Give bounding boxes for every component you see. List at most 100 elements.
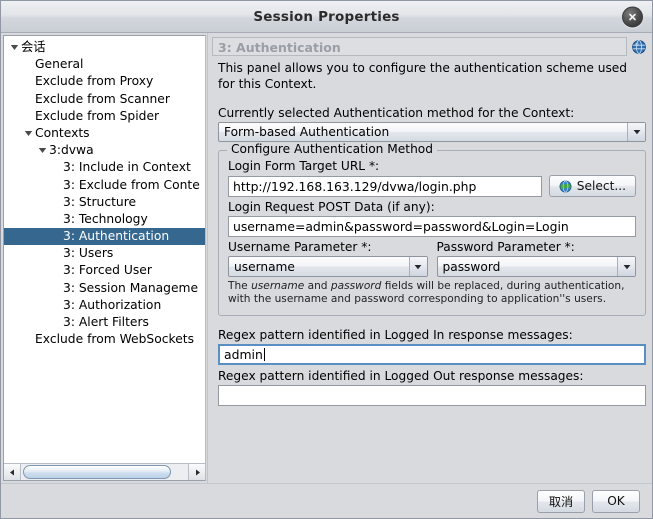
tree-item[interactable]: Exclude from Scanner — [4, 91, 205, 108]
tree-expand-icon[interactable] — [36, 147, 49, 154]
pane-splitter[interactable] — [206, 33, 212, 483]
password-parameter-value: password — [438, 257, 618, 276]
password-parameter-label: Password Parameter *: — [437, 240, 637, 254]
scroll-left-button[interactable] — [4, 464, 21, 480]
tree-item-label: Contexts — [35, 125, 90, 142]
chevron-down-glyph — [633, 129, 641, 135]
close-icon — [627, 11, 638, 22]
chevron-down-icon[interactable] — [617, 257, 635, 276]
tree-item-label: Exclude from WebSockets — [35, 331, 194, 348]
triangle-right-icon — [194, 469, 201, 476]
username-parameter-label: Username Parameter *: — [228, 240, 428, 254]
tree-horizontal-scrollbar[interactable] — [4, 463, 205, 480]
logged-in-regex-input[interactable]: admin — [218, 344, 646, 365]
tree-item[interactable]: Exclude from WebSockets — [4, 331, 205, 348]
tree-expand-icon[interactable] — [22, 130, 35, 137]
chevron-down-icon[interactable] — [409, 257, 427, 276]
chevron-down-icon[interactable] — [627, 123, 645, 141]
username-parameter-select[interactable]: username — [228, 256, 428, 277]
tree-item[interactable]: 3: Structure — [4, 194, 205, 211]
tree-item[interactable]: 3: Session Manageme — [4, 280, 205, 297]
globe-help-icon[interactable] — [631, 39, 647, 55]
chevron-down-glyph — [414, 264, 422, 270]
tree-item[interactable]: 3: Exclude from Conte — [4, 177, 205, 194]
tree-item[interactable]: Exclude from Spider — [4, 108, 205, 125]
tree-item-label: Exclude from Spider — [35, 108, 159, 125]
title-bar: Session Properties — [1, 1, 652, 33]
logged-out-regex-input[interactable] — [218, 385, 646, 406]
panel-header: 3: Authentication — [212, 37, 647, 56]
logged-in-regex-value: admin — [224, 347, 263, 362]
tree-item-label: 3: Users — [63, 245, 113, 262]
hint-prefix: The — [228, 280, 251, 292]
login-url-label: Login Form Target URL *: — [228, 159, 636, 173]
auth-method-value: Form-based Authentication — [219, 123, 627, 141]
tree-item[interactable]: 3: Users — [4, 245, 205, 262]
scroll-thumb[interactable] — [23, 465, 171, 479]
hint-mid: and — [304, 280, 331, 292]
settings-tree-panel: 会话GeneralExclude from ProxyExclude from … — [3, 35, 206, 481]
login-url-input[interactable]: http://192.168.163.129/dvwa/login.php — [228, 176, 542, 197]
tree-item[interactable]: 3:dvwa — [4, 142, 205, 159]
select-button-label: Select... — [577, 179, 626, 193]
cancel-button[interactable]: 取消 — [537, 490, 585, 513]
tree-item[interactable]: Exclude from Proxy — [4, 73, 205, 90]
username-parameter-group: Username Parameter *: username — [228, 240, 428, 277]
tree-item-label: 3: Authentication — [63, 228, 169, 245]
settings-tree[interactable]: 会话GeneralExclude from ProxyExclude from … — [4, 36, 205, 348]
parameters-hint: The username and password fields will be… — [228, 280, 636, 306]
scroll-right-button[interactable] — [188, 464, 205, 480]
logged-in-regex-label: Regex pattern identified in Logged In re… — [218, 328, 647, 342]
triangle-left-icon — [9, 469, 16, 476]
close-button[interactable] — [622, 6, 643, 27]
tree-item[interactable]: 3: Forced User — [4, 262, 205, 279]
left-pane: 会话GeneralExclude from ProxyExclude from … — [1, 33, 206, 483]
right-pane: 3: Authentication This panel allows you … — [212, 33, 652, 483]
tree-expand-icon[interactable] — [8, 44, 21, 51]
tree-item-label: 3: Session Manageme — [63, 280, 198, 297]
post-data-input[interactable]: username=admin&password=password&Login=L… — [228, 216, 636, 237]
password-parameter-group: Password Parameter *: password — [437, 240, 637, 277]
tree-item-label: 会话 — [21, 39, 46, 56]
tree-item[interactable]: 会话 — [4, 39, 205, 56]
tree-item-label: General — [35, 56, 83, 73]
configure-auth-method-group: Configure Authentication Method Login Fo… — [218, 150, 646, 316]
username-parameter-value: username — [229, 257, 409, 276]
text-caret — [264, 348, 265, 361]
dialog-button-bar: 取消 OK — [1, 483, 652, 518]
session-properties-dialog: Session Properties 会话GeneralExclude from… — [0, 0, 653, 519]
panel-description: This panel allows you to configure the a… — [218, 61, 638, 92]
tree-item[interactable]: General — [4, 56, 205, 73]
tree-item-label: 3: Include in Context — [63, 159, 191, 176]
tree-item[interactable]: 3: Include in Context — [4, 159, 205, 176]
tree-item-label: 3: Structure — [63, 194, 136, 211]
password-parameter-select[interactable]: password — [437, 256, 637, 277]
auth-method-select[interactable]: Form-based Authentication — [218, 122, 646, 142]
scroll-track[interactable] — [21, 464, 188, 480]
tree-item-label: Exclude from Proxy — [35, 73, 153, 90]
panel-title: 3: Authentication — [212, 37, 627, 56]
window-title: Session Properties — [253, 9, 399, 25]
chevron-down-glyph — [623, 264, 631, 270]
post-data-label: Login Request POST Data (if any): — [228, 200, 636, 214]
auth-method-label: Currently selected Authentication method… — [218, 106, 647, 120]
tree-item[interactable]: 3: Authorization — [4, 297, 205, 314]
globe-icon — [559, 180, 572, 193]
dialog-content: 会话GeneralExclude from ProxyExclude from … — [1, 33, 652, 483]
tree-item-label: 3: Technology — [63, 211, 148, 228]
ok-button-label: OK — [607, 494, 625, 508]
tree-item-label: 3: Authorization — [63, 297, 161, 314]
hint-username-em: username — [251, 280, 304, 292]
settings-tree-viewport: 会话GeneralExclude from ProxyExclude from … — [4, 36, 205, 463]
tree-item-label: 3:dvwa — [49, 142, 94, 159]
tree-item[interactable]: 3: Technology — [4, 211, 205, 228]
group-title: Configure Authentication Method — [227, 142, 437, 156]
tree-item[interactable]: 3: Alert Filters — [4, 314, 205, 331]
tree-item-label: Exclude from Scanner — [35, 91, 170, 108]
tree-item[interactable]: Contexts — [4, 125, 205, 142]
login-url-row: http://192.168.163.129/dvwa/login.php Se… — [228, 175, 636, 197]
tree-item[interactable]: 3: Authentication — [4, 228, 205, 245]
select-button[interactable]: Select... — [549, 175, 636, 197]
ok-button[interactable]: OK — [592, 490, 640, 513]
tree-item-label: 3: Exclude from Conte — [63, 177, 200, 194]
